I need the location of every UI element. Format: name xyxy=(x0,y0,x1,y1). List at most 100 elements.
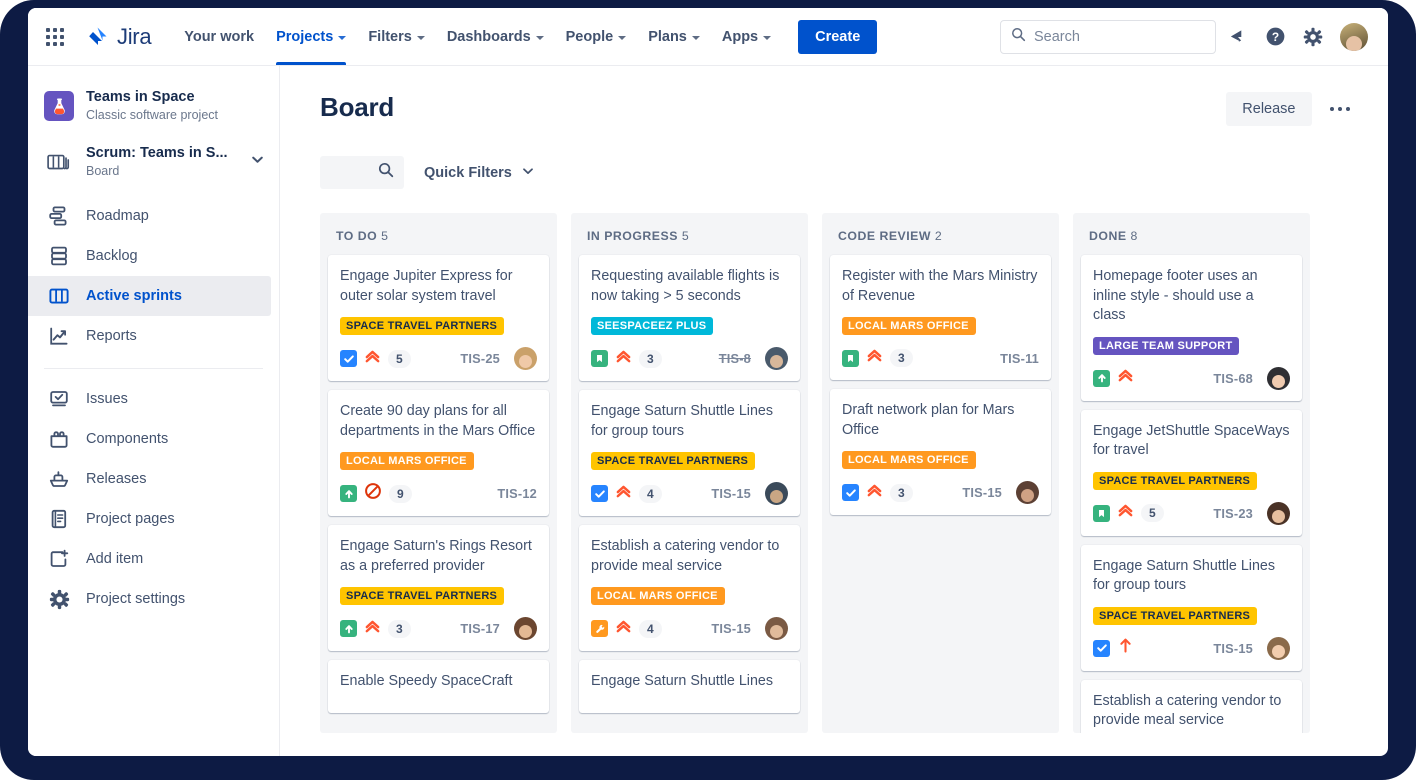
notifications-icon[interactable] xyxy=(1220,20,1254,54)
avatar[interactable] xyxy=(1267,502,1290,525)
card-title: Create 90 day plans for all departments … xyxy=(340,402,537,441)
column-count: 2 xyxy=(935,229,942,243)
quick-filters-dropdown[interactable]: Quick Filters xyxy=(420,158,539,188)
sidebar-item-backlog[interactable]: Backlog xyxy=(28,236,271,276)
settings-gear-icon[interactable] xyxy=(1296,20,1330,54)
avatar[interactable] xyxy=(514,347,537,370)
card-key[interactable]: TIS-12 xyxy=(497,486,537,501)
sidebar-item-reports[interactable]: Reports xyxy=(28,316,271,356)
board-card[interactable]: Engage Saturn's Rings Resort as a prefer… xyxy=(328,525,549,651)
nav-filters[interactable]: Filters xyxy=(357,8,436,65)
avatar[interactable] xyxy=(514,617,537,640)
board-card[interactable]: Engage Saturn Shuttle Lines for group to… xyxy=(1081,545,1302,671)
project-header[interactable]: Teams in Space Classic software project xyxy=(28,80,279,134)
card-key[interactable]: TIS-25 xyxy=(460,351,500,366)
sidebar-nav-primary: Roadmap Backlog xyxy=(28,196,279,356)
help-icon[interactable]: ? xyxy=(1258,20,1292,54)
board-column: IN PROGRESS 5Requesting available flight… xyxy=(571,213,808,733)
nav-people[interactable]: People xyxy=(555,8,638,65)
sidebar-item-active-sprints[interactable]: Active sprints xyxy=(28,276,271,316)
board-card[interactable]: Create 90 day plans for all departments … xyxy=(328,390,549,516)
board-selector[interactable]: Scrum: Teams in S... Board xyxy=(28,134,279,190)
profile-avatar[interactable] xyxy=(1340,23,1368,51)
search-input[interactable] xyxy=(1034,29,1205,45)
avatar[interactable] xyxy=(765,617,788,640)
avatar[interactable] xyxy=(1267,367,1290,390)
story-bookmark-icon xyxy=(1093,505,1110,522)
board-card[interactable]: Requesting available flights is now taki… xyxy=(579,255,800,381)
improvement-arrow-icon xyxy=(340,485,357,502)
sidebar-item-issues[interactable]: Issues xyxy=(28,379,271,419)
sidebar-item-label: Project settings xyxy=(86,591,185,607)
window-frame: Jira Your work Projects Filters Dashboar… xyxy=(0,0,1416,780)
card-estimate: 3 xyxy=(890,484,913,502)
nav-dashboards[interactable]: Dashboards xyxy=(436,8,555,65)
chevron-down-icon[interactable] xyxy=(250,152,265,172)
nav-apps[interactable]: Apps xyxy=(711,8,782,65)
card-key[interactable]: TIS-15 xyxy=(962,485,1002,500)
card-key[interactable]: TIS-68 xyxy=(1213,371,1253,386)
board-card[interactable]: Enable Speedy SpaceCraft xyxy=(328,660,549,713)
release-button[interactable]: Release xyxy=(1226,92,1311,126)
app-body: Teams in Space Classic software project … xyxy=(28,66,1388,756)
column-name: IN PROGRESS xyxy=(587,229,678,243)
components-icon xyxy=(44,428,74,450)
sidebar-item-label: Issues xyxy=(86,391,128,407)
card-title: Engage Jupiter Express for outer solar s… xyxy=(340,267,537,306)
nav-plans[interactable]: Plans xyxy=(637,8,711,65)
avatar[interactable] xyxy=(765,347,788,370)
board-card[interactable]: Establish a catering vendor to provide m… xyxy=(1081,680,1302,734)
create-button[interactable]: Create xyxy=(798,20,877,54)
card-tag: SPACE TRAVEL PARTNERS xyxy=(1093,607,1257,625)
card-key[interactable]: TIS-17 xyxy=(460,621,500,636)
task-check-icon xyxy=(591,485,608,502)
board-header-actions: Release xyxy=(1226,92,1358,126)
avatar[interactable] xyxy=(1016,481,1039,504)
board-card[interactable]: Engage Jupiter Express for outer solar s… xyxy=(328,255,549,381)
board-card[interactable]: Homepage footer uses an inline style - s… xyxy=(1081,255,1302,401)
roadmap-icon xyxy=(44,205,74,227)
board-card[interactable]: Establish a catering vendor to provide m… xyxy=(579,525,800,651)
card-key[interactable]: TIS-8 xyxy=(719,351,751,366)
more-actions-button[interactable] xyxy=(1322,101,1359,118)
sidebar-item-add-item[interactable]: Add item xyxy=(28,539,271,579)
jira-logo[interactable]: Jira xyxy=(86,24,151,50)
card-footer: 5TIS-25 xyxy=(340,347,537,370)
avatar[interactable] xyxy=(1267,637,1290,660)
board-search-input[interactable] xyxy=(320,156,404,189)
board-card[interactable]: Engage JetShuttle SpaceWays for travelSP… xyxy=(1081,410,1302,536)
column-header: IN PROGRESS 5 xyxy=(579,213,800,255)
global-navigation: Jira Your work Projects Filters Dashboar… xyxy=(28,8,1388,66)
card-footer: 5TIS-23 xyxy=(1093,502,1290,525)
board-card[interactable]: Register with the Mars Ministry of Reven… xyxy=(830,255,1051,380)
sidebar-item-components[interactable]: Components xyxy=(28,419,271,459)
project-sidebar: Teams in Space Classic software project … xyxy=(28,66,280,756)
priority-high-icon xyxy=(1117,367,1134,389)
reports-chart-icon xyxy=(44,325,74,347)
card-key[interactable]: TIS-15 xyxy=(711,486,751,501)
card-key[interactable]: TIS-23 xyxy=(1213,506,1253,521)
board-card[interactable]: Engage Saturn Shuttle Lines for group to… xyxy=(579,390,800,516)
card-key[interactable]: TIS-15 xyxy=(711,621,751,636)
app-switcher-icon[interactable] xyxy=(38,20,72,54)
card-key[interactable]: TIS-11 xyxy=(1000,351,1039,366)
jira-app: Jira Your work Projects Filters Dashboar… xyxy=(28,8,1388,756)
board-card[interactable]: Engage Saturn Shuttle Lines xyxy=(579,660,800,713)
global-search[interactable] xyxy=(1000,20,1216,54)
card-key[interactable]: TIS-15 xyxy=(1213,641,1253,656)
priority-high-icon xyxy=(866,482,883,504)
board-card[interactable]: Draft network plan for Mars OfficeLOCAL … xyxy=(830,389,1051,515)
sidebar-item-project-pages[interactable]: Project pages xyxy=(28,499,271,539)
sidebar-item-releases[interactable]: Releases xyxy=(28,459,271,499)
sidebar-item-roadmap[interactable]: Roadmap xyxy=(28,196,271,236)
avatar[interactable] xyxy=(765,482,788,505)
card-footer: 4TIS-15 xyxy=(591,617,788,640)
nav-label: Dashboards xyxy=(447,29,531,45)
nav-your-work[interactable]: Your work xyxy=(173,8,265,65)
card-tag: SEESPACEEZ PLUS xyxy=(591,317,713,335)
nav-projects[interactable]: Projects xyxy=(265,8,357,65)
card-title: Register with the Mars Ministry of Reven… xyxy=(842,267,1039,306)
sidebar-item-project-settings[interactable]: Project settings xyxy=(28,579,271,619)
board-columns: TO DO 5Engage Jupiter Express for outer … xyxy=(320,213,1358,733)
board-name: Scrum: Teams in S... xyxy=(86,144,228,162)
